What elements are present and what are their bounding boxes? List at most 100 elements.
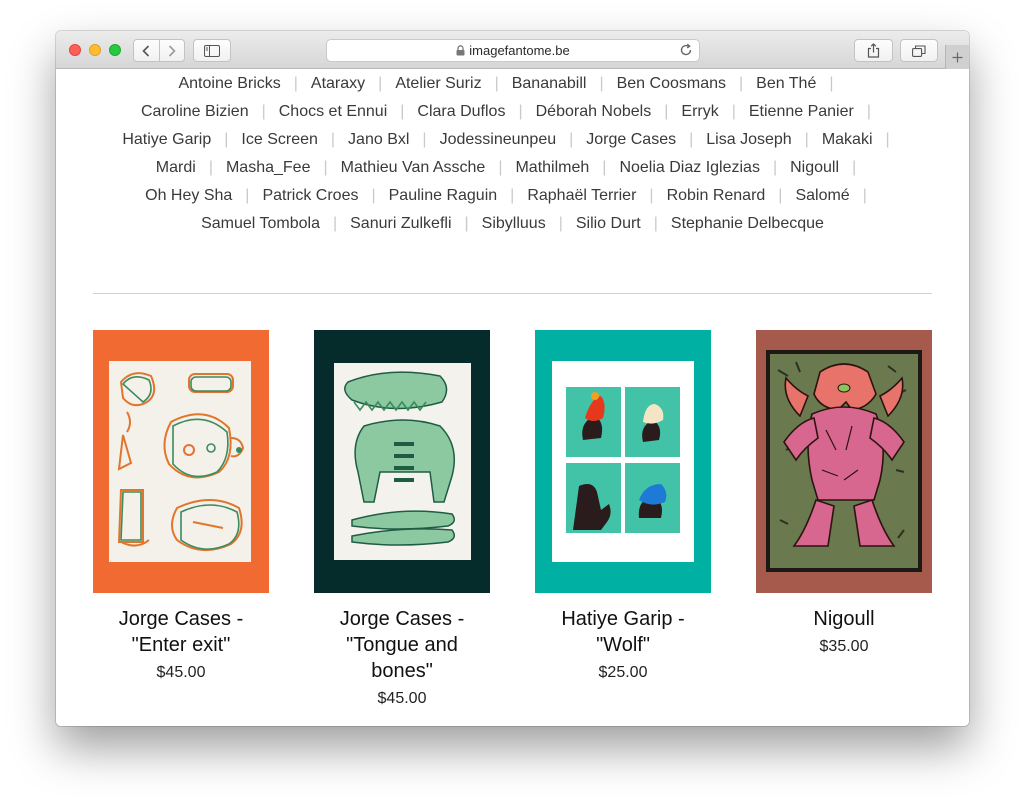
artist-link[interactable]: Mathieu Van Assche (341, 159, 486, 176)
artist-separator: | (400, 103, 405, 120)
url-text: imagefantome.be (469, 43, 570, 58)
artist-separator: | (332, 215, 338, 232)
artist-link[interactable]: Déborah Nobels (536, 103, 652, 120)
artist-link[interactable]: Stephanie Delbecque (671, 215, 824, 232)
artist-link[interactable]: Salomé (795, 187, 849, 204)
artist-separator: | (510, 187, 515, 204)
product-title-line: Jorge Cases - (339, 608, 465, 630)
show-tabs-button[interactable] (900, 39, 938, 62)
artist-link[interactable]: Lisa Joseph (706, 131, 791, 148)
product-title-line: bones" (371, 660, 433, 682)
artist-link[interactable]: Noelia Diaz Iglezias (619, 159, 760, 176)
artist-row: Oh Hey Sha | Patrick Croes | Pauline Raguin |… (86, 182, 939, 210)
artist-link[interactable]: Oh Hey Sha (145, 187, 232, 204)
artist-separator: | (293, 75, 298, 92)
artist-link[interactable]: Ice Screen (241, 131, 317, 148)
artist-link[interactable]: Antoine Bricks (178, 75, 280, 92)
artist-separator: | (664, 103, 669, 120)
artist-separator: | (224, 131, 229, 148)
artist-link[interactable]: Mardi (156, 159, 196, 176)
artist-link[interactable]: Clara Duflos (417, 103, 505, 120)
artist-separator: | (569, 131, 574, 148)
artist-separator: | (689, 131, 694, 148)
product-price: $35.00 (819, 638, 869, 655)
artist-link[interactable]: Samuel Tombola (201, 215, 320, 232)
product-image[interactable] (314, 330, 490, 593)
artist-link[interactable]: Robin Renard (667, 187, 766, 204)
artist-link[interactable]: Patrick Croes (262, 187, 358, 204)
product-card[interactable]: Jorge Cases - "Tongue and bones" $45.00 (314, 330, 490, 708)
artist-link[interactable]: Jodessineunpeu (440, 131, 557, 148)
artist-directory: Antoine Bricks | Ataraxy | Atelier Suriz | Ban… (86, 70, 939, 238)
artist-separator: | (208, 159, 213, 176)
artist-separator: | (778, 187, 783, 204)
sidebar-icon (204, 44, 220, 57)
address-bar[interactable]: imagefantome.be (326, 39, 700, 62)
artist-link[interactable]: Raphaël Terrier (527, 187, 636, 204)
artist-separator: | (653, 215, 658, 232)
back-button[interactable] (134, 40, 159, 61)
artist-link[interactable]: Chocs et Ennui (279, 103, 388, 120)
sidebar-toggle-button[interactable] (193, 39, 231, 62)
share-button[interactable] (854, 39, 893, 62)
minimize-window-button[interactable] (89, 44, 101, 56)
artist-separator: | (464, 215, 469, 232)
artist-separator: | (558, 215, 563, 232)
artist-separator: | (498, 159, 503, 176)
lock-icon (456, 45, 465, 56)
product-title-line: "Wolf" (596, 634, 650, 656)
product-title[interactable]: Hatiye Garip - "Wolf" (535, 606, 711, 658)
artist-link[interactable]: Mathilmeh (515, 159, 589, 176)
artist-separator: | (378, 75, 383, 92)
product-image[interactable] (535, 330, 711, 593)
artist-separator: | (599, 75, 604, 92)
artist-link[interactable]: Pauline Raguin (389, 187, 498, 204)
artist-separator: | (422, 131, 427, 148)
product-image[interactable] (756, 330, 932, 593)
artist-link[interactable]: Bananabill (512, 75, 587, 92)
artist-link[interactable]: Ben Coosmans (617, 75, 726, 92)
artist-link[interactable]: Ataraxy (311, 75, 365, 92)
chevron-left-icon (142, 44, 150, 57)
product-title[interactable]: Jorge Cases - "Enter exit" (93, 606, 269, 658)
artist-row: Mardi | Masha_Fee | Mathieu Van Assche | Mathi… (86, 154, 939, 182)
zoom-window-button[interactable] (109, 44, 121, 56)
artist-link[interactable]: Hatiye Garip (122, 131, 211, 148)
plus-icon (952, 52, 963, 62)
artist-link[interactable]: Jano Bxl (348, 131, 409, 148)
new-tab-button[interactable] (945, 45, 969, 69)
reload-icon[interactable] (679, 43, 693, 57)
product-title[interactable]: Jorge Cases - "Tongue and bones" (314, 606, 490, 684)
artist-separator: | (885, 131, 890, 148)
artist-link[interactable]: Atelier Suriz (395, 75, 481, 92)
artist-separator: | (829, 75, 834, 92)
product-card[interactable]: Nigoull $35.00 (756, 330, 932, 656)
product-card[interactable]: Hatiye Garip - "Wolf" $25.00 (535, 330, 711, 682)
artist-link[interactable]: Nigoull (790, 159, 839, 176)
forward-button[interactable] (158, 40, 184, 61)
artist-link[interactable]: Sanuri Zulkefli (350, 215, 451, 232)
tabs-overview-icon (912, 44, 926, 57)
product-title-line: "Enter exit" (131, 634, 231, 656)
artist-separator: | (739, 75, 744, 92)
artist-link[interactable]: Sibylluus (482, 215, 546, 232)
product-price: $25.00 (598, 664, 648, 681)
section-divider (93, 293, 932, 294)
product-title[interactable]: Nigoull (756, 606, 932, 632)
artist-row: Antoine Bricks | Ataraxy | Atelier Suriz | Ban… (86, 70, 939, 98)
artist-link[interactable]: Jorge Cases (586, 131, 676, 148)
artist-link[interactable]: Makaki (822, 131, 873, 148)
artist-link[interactable]: Silio Durt (576, 215, 641, 232)
artist-link[interactable]: Caroline Bizien (141, 103, 249, 120)
product-card[interactable]: Jorge Cases - "Enter exit" $45.00 (93, 330, 269, 682)
artist-separator: | (862, 187, 867, 204)
artist-link[interactable]: Masha_Fee (226, 159, 311, 176)
product-image[interactable] (93, 330, 269, 593)
artist-separator: | (518, 103, 523, 120)
artist-link[interactable]: Etienne Panier (749, 103, 854, 120)
close-window-button[interactable] (69, 44, 81, 56)
artist-separator: | (261, 103, 266, 120)
chevron-right-icon (168, 44, 176, 57)
artist-link[interactable]: Erryk (681, 103, 718, 120)
artist-link[interactable]: Ben Thé (756, 75, 816, 92)
